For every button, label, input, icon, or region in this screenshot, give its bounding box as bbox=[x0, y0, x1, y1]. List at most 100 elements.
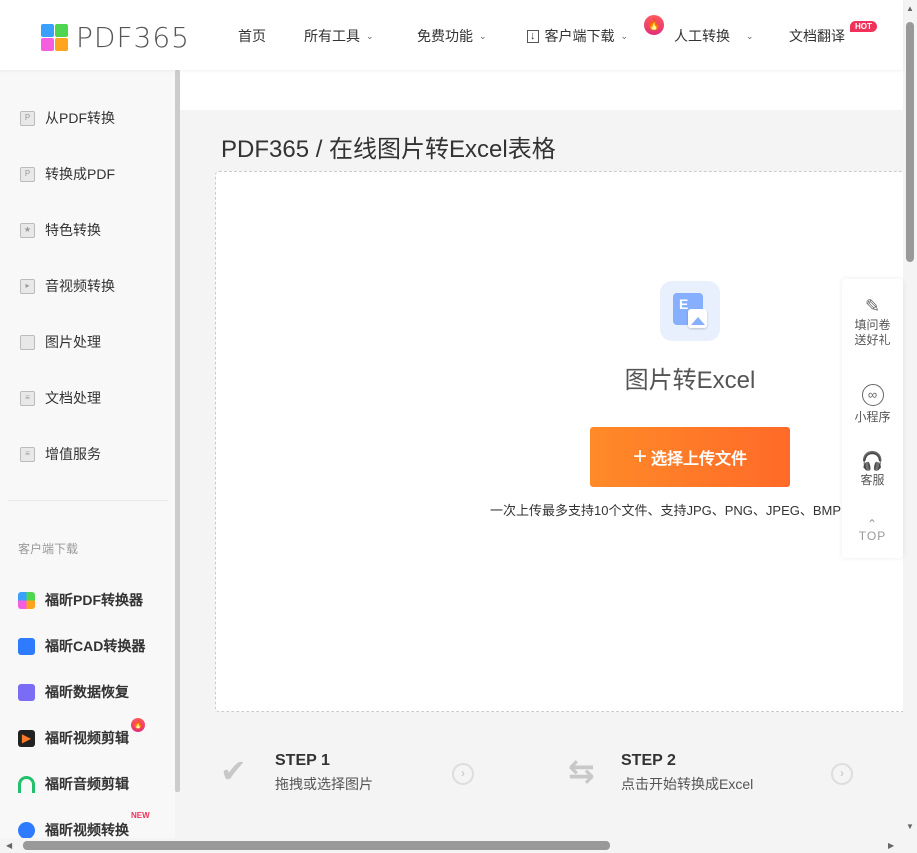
sidebar-item-to-pdf[interactable]: P 转换成PDF bbox=[20, 164, 115, 184]
chevron-right-circle-icon: › bbox=[452, 763, 474, 785]
scroll-down-arrow[interactable]: ▼ bbox=[906, 822, 914, 831]
video-converter-icon bbox=[18, 821, 35, 838]
sidebar-item-label: 增值服务 bbox=[45, 446, 101, 462]
video-icon: ▸ bbox=[20, 278, 35, 294]
nav-all-tools[interactable]: 所有工具 ⌄ bbox=[304, 26, 374, 46]
star-shield-icon: ★ bbox=[20, 222, 35, 238]
nav-label: 免费功能 bbox=[417, 28, 473, 44]
chevron-down-icon: ⌄ bbox=[620, 30, 629, 41]
chevron-down-icon: ⌄ bbox=[479, 30, 487, 41]
plus-icon: + bbox=[632, 443, 647, 470]
logo[interactable]: PDF365 bbox=[41, 21, 190, 54]
sidebar-item-image[interactable]: 图片处理 bbox=[20, 332, 101, 352]
survey-label: 填问卷送好礼 bbox=[854, 318, 891, 347]
document-icon: ≡ bbox=[20, 390, 35, 406]
nav-free-features[interactable]: 免费功能 ⌄ bbox=[417, 26, 487, 46]
scroll-right-arrow[interactable]: ▶ bbox=[888, 841, 894, 850]
nav-home[interactable]: 首页 bbox=[238, 26, 266, 46]
sidebar-scrollbar[interactable] bbox=[175, 70, 180, 792]
scroll-thumb[interactable] bbox=[906, 22, 914, 262]
fire-icon: 🔥 bbox=[131, 718, 145, 732]
sidebar-item-special[interactable]: ★ 特色转换 bbox=[20, 220, 101, 240]
scroll-left-arrow[interactable]: ◀ bbox=[6, 841, 12, 850]
app-data-recovery[interactable]: 福昕数据恢复 bbox=[18, 682, 129, 702]
sidebar-item-document[interactable]: ≡ 文档处理 bbox=[20, 388, 101, 408]
sidebar-item-from-pdf[interactable]: P 从PDF转换 bbox=[20, 108, 115, 128]
survey-button[interactable]: ✎ 填问卷送好礼 bbox=[842, 296, 903, 348]
image-icon bbox=[20, 334, 35, 350]
sidebar-item-label: 从PDF转换 bbox=[45, 110, 115, 126]
headset-icon: 🎧 bbox=[861, 451, 884, 471]
sidebar-item-services[interactable]: ≡ 增值服务 bbox=[20, 444, 101, 464]
nav-translate[interactable]: 文档翻译 bbox=[789, 26, 845, 46]
app-label: 福昕视频剪辑 bbox=[45, 730, 129, 746]
sidebar-item-label: 特色转换 bbox=[45, 222, 101, 238]
nav-label: 文档翻译 bbox=[789, 28, 845, 44]
divider bbox=[8, 500, 168, 501]
chevron-down-icon: ⌄ bbox=[746, 30, 754, 41]
upload-label: 选择上传文件 bbox=[651, 451, 748, 468]
step-1: ✔ STEP 1 拖拽或选择图片 bbox=[220, 752, 373, 794]
video-editor-icon: ▶ bbox=[18, 729, 35, 747]
back-to-top-button[interactable]: ⌃ TOP bbox=[842, 517, 903, 543]
sidebar-item-av[interactable]: ▸ 音视频转换 bbox=[20, 276, 115, 296]
scroll-thumb[interactable] bbox=[23, 841, 610, 850]
upload-hint: 一次上传最多支持10个文件、支持JPG、PNG、JPEG、BMP bbox=[490, 503, 842, 518]
app-pdf-converter[interactable]: 福昕PDF转换器 bbox=[18, 590, 143, 610]
list-icon: ≡ bbox=[20, 446, 35, 462]
chevron-right-circle-icon: › bbox=[831, 763, 853, 785]
step-title: STEP 1 bbox=[275, 752, 330, 769]
recovery-icon bbox=[18, 683, 35, 701]
survey-icon: ✎ bbox=[864, 296, 881, 316]
nav-manual-convert[interactable]: 人工转换 ⌄ bbox=[674, 26, 754, 46]
sidebar: P 从PDF转换 P 转换成PDF ★ 特色转换 ▸ 音视频转换 图片处理 ≡ 文档处理 … bbox=[0, 70, 175, 838]
image-to-excel-icon: E bbox=[660, 281, 720, 341]
scroll-up-arrow[interactable]: ▲ bbox=[906, 4, 914, 13]
nav-label: 客户端下载 bbox=[544, 28, 615, 44]
customer-service-button[interactable]: 🎧 客服 bbox=[842, 451, 903, 488]
app-label: 福昕CAD转换器 bbox=[45, 638, 146, 654]
horizontal-scrollbar[interactable]: ◀ ▶ bbox=[0, 838, 917, 853]
audio-editor-icon bbox=[18, 775, 35, 793]
fire-icon: 🔥 bbox=[644, 15, 664, 35]
app-label: 福昕PDF转换器 bbox=[45, 592, 143, 608]
upload-dropzone[interactable] bbox=[215, 171, 915, 712]
to-pdf-icon: P bbox=[20, 166, 35, 182]
sidebar-item-label: 转换成PDF bbox=[45, 166, 115, 182]
new-badge: NEW bbox=[131, 811, 150, 820]
image-icon bbox=[688, 309, 707, 328]
section-label: 客户端下载 bbox=[18, 542, 79, 556]
from-pdf-icon: P bbox=[20, 110, 35, 126]
step-desc: 拖拽或选择图片 bbox=[275, 776, 373, 792]
top-label: TOP bbox=[858, 529, 887, 543]
nav-label: 所有工具 bbox=[304, 28, 360, 44]
app-label: 福昕音频剪辑 bbox=[45, 776, 129, 792]
download-icon: ↓ bbox=[527, 29, 539, 43]
floating-panel: ✎ 填问卷送好礼 ∞ 小程序 🎧 客服 ⌃ TOP bbox=[842, 279, 903, 558]
nav-label: 首页 bbox=[238, 28, 266, 44]
page-title: PDF365 / 在线图片转Excel表格 bbox=[221, 136, 556, 163]
mini-program-icon: ∞ bbox=[861, 384, 884, 406]
sidebar-item-label: 图片处理 bbox=[45, 334, 101, 350]
app-cad-converter[interactable]: 福昕CAD转换器 bbox=[18, 636, 145, 656]
upload-button[interactable]: + 选择上传文件 bbox=[590, 427, 790, 487]
mini-program-label: 小程序 bbox=[854, 410, 891, 424]
service-label: 客服 bbox=[860, 473, 885, 487]
cad-icon bbox=[18, 637, 35, 655]
nav-label: 人工转换 bbox=[674, 28, 730, 44]
chevron-up-icon: ⌃ bbox=[866, 517, 879, 531]
sidebar-item-label: 音视频转换 bbox=[45, 278, 115, 294]
mini-program-button[interactable]: ∞ 小程序 bbox=[842, 384, 903, 425]
step-desc: 点击开始转换成Excel bbox=[621, 776, 754, 792]
pdf-converter-icon bbox=[18, 591, 35, 609]
app-audio-editor[interactable]: 福昕音频剪辑 bbox=[18, 774, 129, 794]
top-header: PDF365 首页 所有工具 ⌄ 免费功能 ⌄ ↓ 客户端下载 ⌄ 🔥 人工转换 ⌄ 文档… bbox=[0, 0, 903, 70]
nav-client-download[interactable]: ↓ 客户端下载 ⌄ bbox=[527, 26, 628, 46]
app-label: 福昕数据恢复 bbox=[45, 684, 129, 700]
tool-title: 图片转Excel bbox=[624, 367, 756, 394]
logo-text: PDF365 bbox=[76, 21, 190, 54]
logo-icon bbox=[41, 24, 68, 51]
app-video-converter[interactable]: 福昕视频转换 bbox=[18, 820, 129, 838]
vertical-scrollbar[interactable]: ▲ ▼ bbox=[903, 0, 917, 838]
app-video-editor[interactable]: ▶ 福昕视频剪辑 bbox=[18, 728, 129, 748]
